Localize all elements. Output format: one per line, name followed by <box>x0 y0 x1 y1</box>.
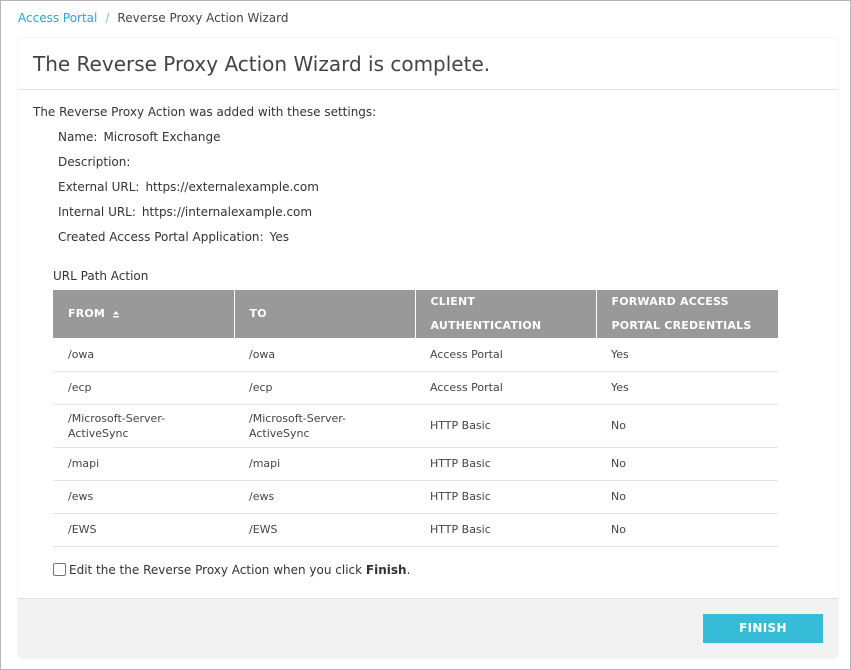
wizard-card: The Reverse Proxy Action Wizard is compl… <box>18 38 838 658</box>
setting-description: Description: <box>58 154 136 170</box>
setting-name: Name: Microsoft Exchange <box>58 129 221 145</box>
setting-value: Microsoft Exchange <box>103 130 221 144</box>
cell-to: /ecp <box>234 371 415 405</box>
edit-option: Edit the the Reverse Proxy Action when y… <box>53 562 410 578</box>
cell-client-auth: HTTP Basic <box>415 447 596 481</box>
wizard-footer: FINISH <box>18 598 838 658</box>
cell-client-auth: Access Portal <box>415 371 596 405</box>
cell-client-auth: HTTP Basic <box>415 480 596 514</box>
cell-forward-credentials: Yes <box>596 371 778 405</box>
cell-to: /mapi <box>234 447 415 481</box>
cell-forward-credentials: No <box>596 513 778 547</box>
breadcrumb: Access Portal / Reverse Proxy Action Wizar… <box>18 10 288 26</box>
setting-value: https://internalexample.com <box>141 205 313 219</box>
setting-value: https://externalexample.com <box>145 180 319 194</box>
table-header-row: FROM TO CLIENT AUTHENTICATION FORWARD AC… <box>53 290 778 338</box>
cell-from: /owa <box>53 338 234 372</box>
setting-internal-url: Internal URL: https://internalexample.com <box>58 204 312 220</box>
cell-from: /mapi <box>53 447 234 481</box>
url-path-table: FROM TO CLIENT AUTHENTICATION FORWARD AC… <box>53 290 778 547</box>
cell-from: /ews <box>53 480 234 514</box>
edit-option-bold: Finish <box>365 563 407 577</box>
setting-value: Yes <box>269 230 289 244</box>
cell-from: /Microsoft-Server-ActiveSync <box>53 404 234 448</box>
cell-client-auth: HTTP Basic <box>415 404 596 448</box>
cell-client-auth: HTTP Basic <box>415 513 596 547</box>
column-header-to: TO <box>234 290 416 338</box>
cell-forward-credentials: No <box>596 447 778 481</box>
column-header-client-authentication: CLIENT AUTHENTICATION <box>415 290 597 338</box>
column-header-label: FROM <box>68 307 106 320</box>
cell-forward-credentials: No <box>596 480 778 514</box>
edit-option-text: Edit the the Reverse Proxy Action when y… <box>69 563 366 577</box>
sort-up-icon <box>113 310 120 317</box>
setting-label: Name: <box>58 130 98 144</box>
setting-label: Internal URL: <box>58 205 136 219</box>
cell-forward-credentials: No <box>596 404 778 448</box>
breadcrumb-separator: / <box>105 11 110 25</box>
breadcrumb-access-portal-link[interactable]: Access Portal <box>18 11 97 25</box>
table-row[interactable]: /owa /owa Access Portal Yes <box>53 338 778 372</box>
summary-intro: The Reverse Proxy Action was added with … <box>33 105 377 119</box>
column-header-from[interactable]: FROM <box>53 290 235 338</box>
setting-external-url: External URL: https://externalexample.com <box>58 179 319 195</box>
table-row[interactable]: /Microsoft-Server-ActiveSync /Microsoft-… <box>53 404 778 448</box>
cell-from: /EWS <box>53 513 234 547</box>
table-row[interactable]: /ecp /ecp Access Portal Yes <box>53 371 778 405</box>
edit-action-checkbox[interactable] <box>53 563 66 576</box>
table-row[interactable]: /ews /ews HTTP Basic No <box>53 480 778 514</box>
cell-client-auth: Access Portal <box>415 338 596 372</box>
table-row[interactable]: /mapi /mapi HTTP Basic No <box>53 447 778 481</box>
column-header-forward-credentials: FORWARD ACCESS PORTAL CREDENTIALS <box>596 290 778 338</box>
window-frame: Access Portal / Reverse Proxy Action Wizar… <box>0 0 851 670</box>
cell-from: /ecp <box>53 371 234 405</box>
edit-option-suffix: . <box>406 563 411 577</box>
page-title: The Reverse Proxy Action Wizard is compl… <box>33 52 491 76</box>
setting-label: Created Access Portal Application: <box>58 230 264 244</box>
cell-to: /Microsoft-Server-ActiveSync <box>234 404 415 448</box>
breadcrumb-current: Reverse Proxy Action Wizard <box>117 11 289 25</box>
setting-label: External URL: <box>58 180 140 194</box>
finish-button[interactable]: FINISH <box>703 614 823 643</box>
table-row[interactable]: /EWS /EWS HTTP Basic No <box>53 513 778 547</box>
cell-to: /EWS <box>234 513 415 547</box>
setting-label: Description: <box>58 155 131 169</box>
cell-to: /owa <box>234 338 415 372</box>
cell-to: /ews <box>234 480 415 514</box>
cell-forward-credentials: Yes <box>596 338 778 372</box>
url-path-action-label: URL Path Action <box>53 269 149 283</box>
title-divider <box>18 89 838 90</box>
setting-created-app: Created Access Portal Application: Yes <box>58 229 289 245</box>
